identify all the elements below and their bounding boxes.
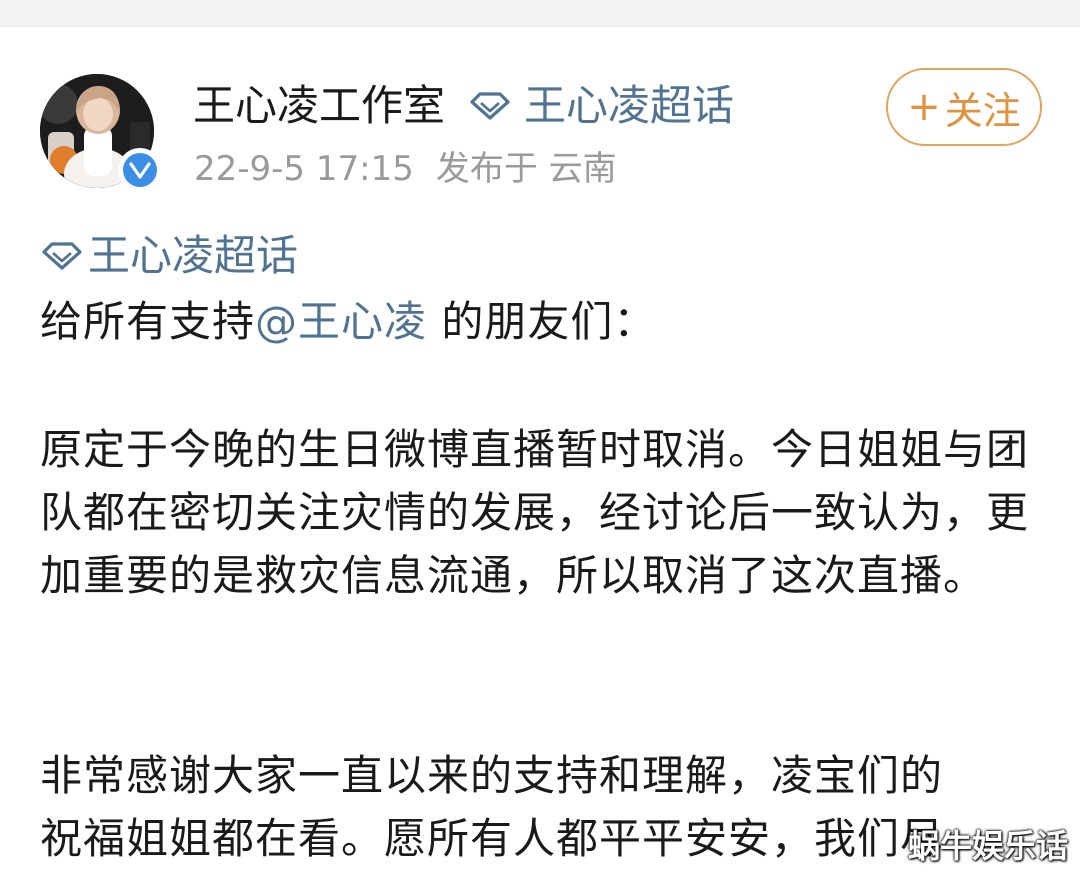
follow-label: 关注 (944, 88, 1021, 133)
paragraph-1: 原定于今晚的生日微博直播暂时取消。今日姐姐与团队都在密切关注灾情的发展，经讨论后… (40, 425, 1030, 600)
paragraph-2-line-1: 非常感谢大家一直以来的支持和理解，凌宝们的 (40, 751, 944, 800)
post-location: 发布于 云南 (435, 149, 617, 189)
follow-button[interactable]: + 关注 (886, 68, 1042, 146)
supertopic-label: 王心凌超话 (524, 81, 735, 130)
supertopic-badge[interactable]: 王心凌超话 (468, 78, 734, 134)
topic-link-label: 王心凌超话 (88, 231, 299, 280)
post-date: 22-9-5 17:15 (194, 149, 414, 189)
greeting-suffix: 的朋友们： (427, 297, 657, 346)
greeting-line: 给所有支持@王心凌 的朋友们： (40, 290, 1050, 353)
diamond-icon (470, 92, 510, 120)
paragraph-2: 非常感谢大家一直以来的支持和理解，凌宝们的 祝福姐姐都在看。愿所有人都平平安安，… (40, 744, 1050, 870)
mention-link[interactable]: @王心凌 (255, 297, 427, 346)
plus-icon: + (907, 84, 941, 130)
watermark: 蜗牛娱乐话 (907, 827, 1068, 865)
verified-badge (118, 148, 162, 192)
weibo-post-page: 王心凌工作室 王心凌超话 + 关注 22-9-5 17:15 发布于 云南 王心凌… (0, 0, 1080, 885)
author-name[interactable]: 王心凌工作室 (193, 78, 445, 134)
verified-check-icon (123, 153, 157, 187)
paragraph-2-line-2: 祝福姐姐都在看。愿所有人都平平安安，我们尽 (40, 814, 944, 863)
topic-link[interactable]: 王心凌超话 (40, 228, 298, 284)
top-divider (0, 0, 1080, 27)
greeting-prefix: 给所有支持 (40, 297, 256, 346)
diamond-icon (42, 242, 82, 270)
post-meta: 22-9-5 17:15 发布于 云南 (194, 146, 639, 192)
